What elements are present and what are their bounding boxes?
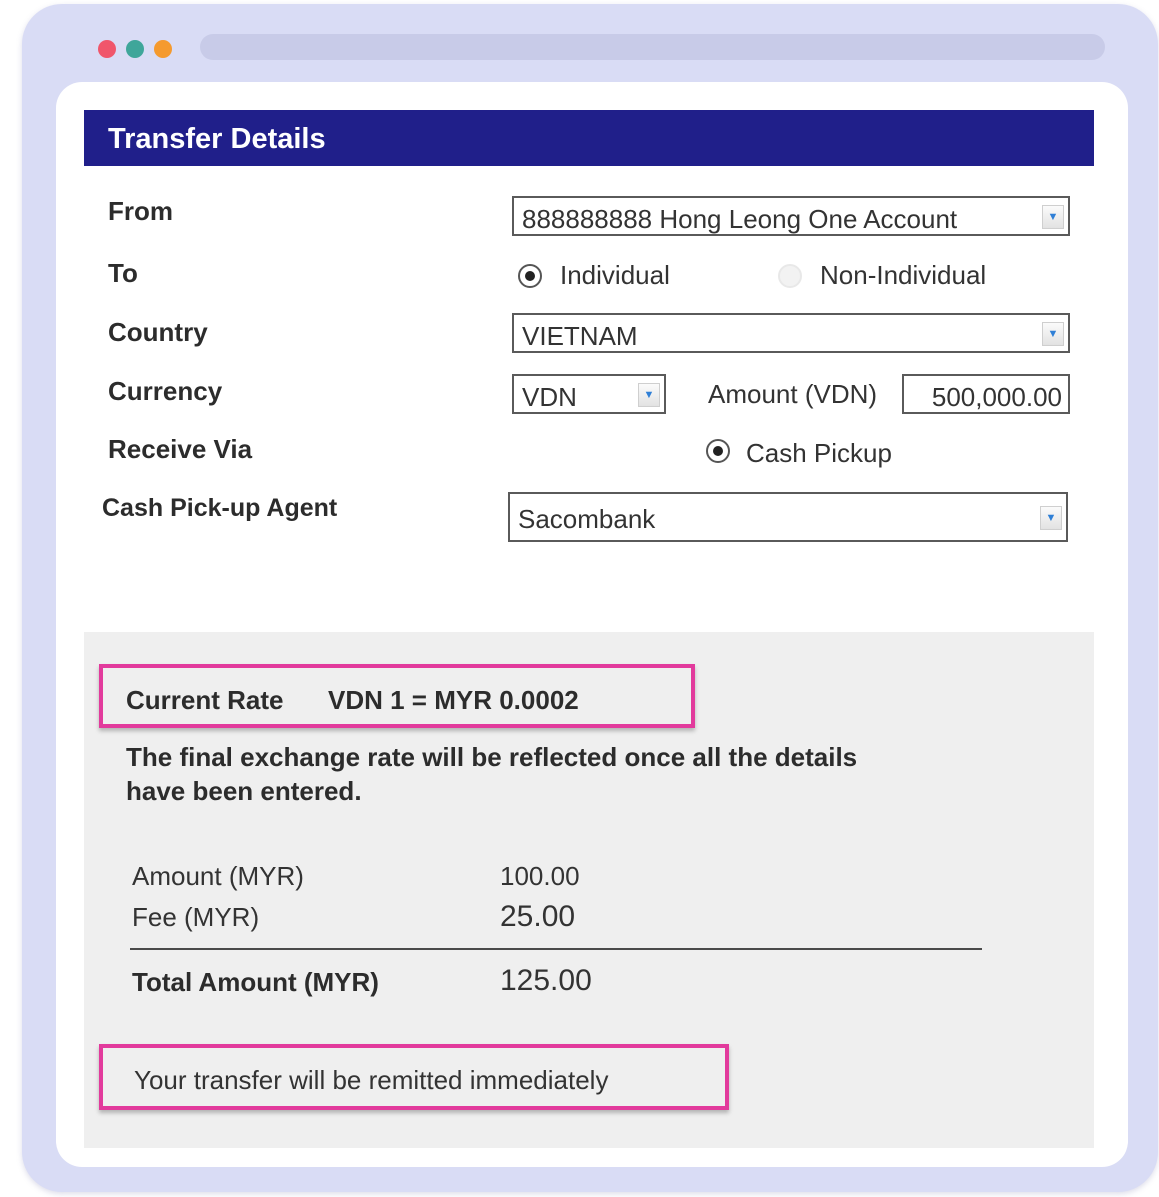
- receive-via-label: Receive Via: [108, 434, 253, 464]
- amount-myr-value: 100.00: [500, 861, 580, 891]
- amount-myr-label: Amount (MYR): [132, 861, 304, 891]
- from-label: From: [108, 196, 173, 226]
- currency-label: Currency: [108, 376, 223, 406]
- orange-dot-icon: [154, 40, 172, 58]
- from-account-value: 888888888 Hong Leong One Account: [522, 204, 958, 234]
- country-value: VIETNAM: [522, 321, 638, 351]
- amount-vdn-label: Amount (VDN): [708, 379, 878, 409]
- radio-individual-label: Individual: [560, 260, 670, 290]
- total-myr-value: 125.00: [500, 964, 592, 997]
- radio-non-individual[interactable]: [778, 264, 802, 288]
- chevron-down-icon[interactable]: ▼: [1042, 322, 1064, 346]
- currency-value: VDN: [522, 382, 577, 412]
- radio-cash-pickup-label: Cash Pickup: [746, 438, 892, 468]
- current-rate-label: Current Rate: [126, 685, 284, 715]
- rate-note: The final exchange rate will be reflecte…: [126, 742, 858, 806]
- total-divider: [130, 948, 982, 950]
- agent-value: Sacombank: [518, 504, 656, 534]
- fee-myr-value: 25.00: [500, 900, 576, 933]
- amount-vdn-input[interactable]: 500,000.00: [902, 374, 1070, 414]
- chevron-down-icon[interactable]: ▼: [1042, 205, 1064, 229]
- from-account-select[interactable]: 888888888 Hong Leong One Account ▼: [512, 196, 1070, 236]
- section-header: Transfer Details: [84, 110, 1094, 166]
- radio-individual[interactable]: [518, 264, 542, 288]
- fee-myr-label: Fee (MYR): [132, 902, 260, 932]
- teal-dot-icon: [126, 40, 144, 58]
- address-bar[interactable]: [200, 34, 1105, 60]
- chevron-down-icon[interactable]: ▼: [638, 383, 660, 407]
- radio-cash-pickup[interactable]: [706, 439, 730, 463]
- chevron-down-icon[interactable]: ▼: [1040, 506, 1062, 530]
- radio-non-individual-label: Non-Individual: [820, 260, 987, 290]
- summary-panel: Current Rate VDN 1 = MYR 0.0002 The fina…: [84, 632, 1094, 1148]
- remit-note: Your transfer will be remitted immediate…: [134, 1065, 609, 1095]
- amount-vdn-value: 500,000.00: [931, 382, 1062, 412]
- browser-window: Transfer Details From 888888888 Hong Leo…: [22, 4, 1158, 1192]
- agent-select[interactable]: Sacombank ▼: [508, 492, 1068, 542]
- currency-select[interactable]: VDN ▼: [512, 374, 666, 414]
- country-select[interactable]: VIETNAM ▼: [512, 313, 1070, 353]
- red-dot-icon: [98, 40, 116, 58]
- content-panel: Transfer Details From 888888888 Hong Leo…: [56, 82, 1128, 1167]
- section-title: Transfer Details: [108, 123, 326, 155]
- to-label: To: [108, 258, 138, 288]
- agent-label: Cash Pick-up Agent: [102, 494, 338, 522]
- country-label: Country: [108, 317, 208, 347]
- current-rate-value: VDN 1 = MYR 0.0002: [328, 685, 579, 715]
- total-myr-label: Total Amount (MYR): [132, 967, 379, 997]
